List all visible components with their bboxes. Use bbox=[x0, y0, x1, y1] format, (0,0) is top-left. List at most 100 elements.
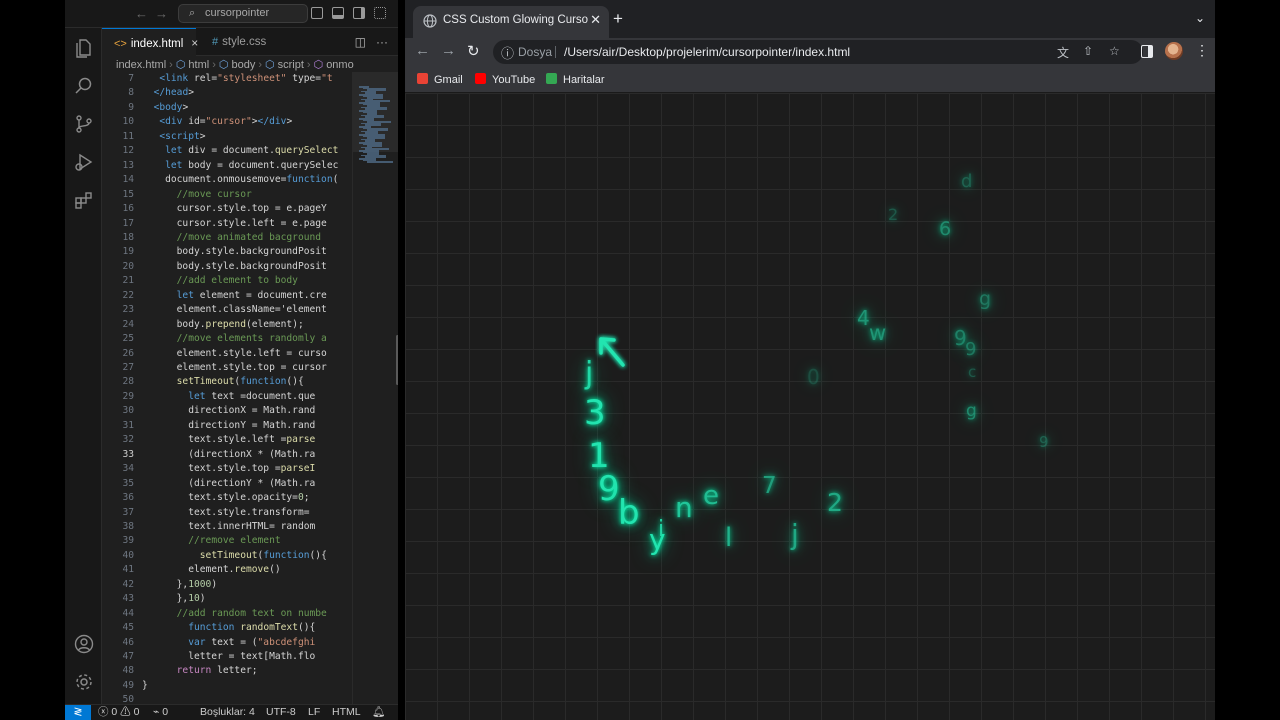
code-line[interactable]: 43 },10) bbox=[102, 592, 352, 606]
ports-indicator[interactable]: ⌁ 0 bbox=[153, 705, 168, 720]
back-button[interactable]: ← bbox=[415, 42, 430, 59]
breadcrumb-item[interactable]: html bbox=[188, 59, 209, 71]
code-line[interactable]: 17 cursor.style.left = e.page bbox=[102, 217, 352, 231]
code-line[interactable]: 49} bbox=[102, 679, 352, 693]
toggle-panel-icon[interactable] bbox=[332, 7, 344, 19]
bookmark-maps[interactable]: Haritalar bbox=[546, 73, 605, 86]
url-text[interactable]: /Users/air/Desktop/projelerim/cursorpoin… bbox=[564, 45, 850, 59]
code-line[interactable]: 36 text.style.opacity=0; bbox=[102, 491, 352, 505]
account-icon[interactable] bbox=[74, 634, 94, 654]
code-line[interactable]: 23 element.className='element bbox=[102, 303, 352, 317]
indentation-status[interactable]: Boşluklar: 4 bbox=[200, 705, 255, 720]
close-icon[interactable]: × bbox=[191, 36, 198, 50]
code-line[interactable]: 20 body.style.backgroundPosit bbox=[102, 260, 352, 274]
translate-icon[interactable]: 文 bbox=[1057, 44, 1069, 61]
more-actions-icon[interactable]: ··· bbox=[376, 35, 388, 49]
browser-tab[interactable]: CSS Custom Glowing Curso ✕ bbox=[413, 6, 609, 38]
problems-indicator[interactable]: ⓧ 0 ⚠ 0 bbox=[98, 705, 139, 720]
forward-button[interactable]: → bbox=[441, 42, 456, 59]
breadcrumb-item[interactable]: body bbox=[231, 59, 255, 71]
code-line[interactable]: 38 text.innerHTML= random bbox=[102, 520, 352, 534]
code-line[interactable]: 41 element.remove() bbox=[102, 563, 352, 577]
reload-button[interactable]: ↻ bbox=[467, 42, 480, 60]
code-line[interactable]: 40 setTimeout(function(){ bbox=[102, 549, 352, 563]
tab-index-html[interactable]: <> index.html × bbox=[102, 28, 198, 56]
back-arrow-icon[interactable]: ← bbox=[135, 6, 148, 21]
code-line[interactable]: 47 letter = text[Math.flo bbox=[102, 650, 352, 664]
code-line[interactable]: 25 //move elements randomly a bbox=[102, 332, 352, 346]
code-line[interactable]: 13 let body = document.querySelec bbox=[102, 159, 352, 173]
code-line[interactable]: 26 element.style.left = curso bbox=[102, 347, 352, 361]
code-line[interactable]: 8 </head> bbox=[102, 86, 352, 100]
editor-scrollbar[interactable] bbox=[396, 335, 398, 385]
code-line[interactable]: 11 <script> bbox=[102, 130, 352, 144]
bookmark-star-icon[interactable]: ☆ bbox=[1109, 44, 1120, 58]
settings-gear-icon[interactable] bbox=[74, 672, 94, 692]
code-line[interactable]: 15 //move cursor bbox=[102, 188, 352, 202]
toggle-sidebar-icon[interactable] bbox=[311, 7, 323, 19]
code-line[interactable]: 27 element.style.top = cursor bbox=[102, 361, 352, 375]
side-panel-icon[interactable] bbox=[1141, 45, 1153, 58]
code-line[interactable]: 31 directionY = Math.rand bbox=[102, 419, 352, 433]
bookmark-gmail[interactable]: Gmail bbox=[417, 73, 463, 86]
new-tab-button[interactable]: + bbox=[613, 9, 623, 29]
page-viewport[interactable]: d26g4w99cg90j319byine7lj2 bbox=[405, 93, 1215, 720]
code-line[interactable]: 46 var text = ("abcdefghi bbox=[102, 636, 352, 650]
tab-style-css[interactable]: # style.css bbox=[200, 28, 288, 56]
share-icon[interactable]: ⇧ bbox=[1083, 44, 1093, 58]
code-line[interactable]: 48 return letter; bbox=[102, 664, 352, 678]
explorer-icon[interactable] bbox=[74, 38, 94, 58]
code-line[interactable]: 7 <link rel="stylesheet" type="t bbox=[102, 72, 352, 86]
minimap[interactable] bbox=[352, 72, 398, 704]
search-icon[interactable] bbox=[74, 76, 94, 96]
code-line[interactable]: 19 body.style.backgroundPosit bbox=[102, 245, 352, 259]
chrome-menu-icon[interactable]: ⋮ bbox=[1195, 42, 1209, 59]
code-line[interactable]: 39 //remove element bbox=[102, 534, 352, 548]
code-line[interactable]: 24 body.prepend(element); bbox=[102, 318, 352, 332]
command-center-search[interactable]: ⌕ cursorpointer bbox=[178, 4, 308, 23]
code-line[interactable]: 30 directionX = Math.rand bbox=[102, 404, 352, 418]
site-info-icon[interactable]: ⓘ bbox=[501, 43, 514, 62]
profile-avatar[interactable] bbox=[1165, 42, 1183, 60]
code-line[interactable]: 9 <body> bbox=[102, 101, 352, 115]
breadcrumb-item[interactable]: index.html bbox=[116, 59, 166, 71]
eol-status[interactable]: LF bbox=[308, 705, 320, 720]
code-line[interactable]: 18 //move animated bacground bbox=[102, 231, 352, 245]
toggle-secondary-sidebar-icon[interactable] bbox=[353, 7, 365, 19]
split-editor-icon[interactable]: ◫ bbox=[355, 35, 366, 49]
code-line[interactable]: 22 let element = document.cre bbox=[102, 289, 352, 303]
run-debug-icon[interactable] bbox=[74, 152, 94, 172]
close-tab-icon[interactable]: ✕ bbox=[590, 12, 601, 28]
code-line[interactable]: 33 (directionX * (Math.ra bbox=[102, 448, 352, 462]
forward-arrow-icon[interactable]: → bbox=[155, 6, 168, 21]
code-line[interactable]: 21 //add element to body bbox=[102, 274, 352, 288]
code-line[interactable]: 42 },1000) bbox=[102, 578, 352, 592]
source-control-icon[interactable] bbox=[74, 114, 94, 134]
code-line[interactable]: 34 text.style.top =parseI bbox=[102, 462, 352, 476]
code-editor[interactable]: 7 <link rel="stylesheet" type="t 8 </head… bbox=[102, 72, 352, 704]
code-line[interactable]: 12 let div = document.querySelect bbox=[102, 144, 352, 158]
code-line[interactable]: 29 let text =document.que bbox=[102, 390, 352, 404]
encoding-status[interactable]: UTF-8 bbox=[266, 705, 296, 720]
code-line[interactable]: 28 setTimeout(function(){ bbox=[102, 375, 352, 389]
code-line[interactable]: 14 document.onmousemove=function( bbox=[102, 173, 352, 187]
remote-indicator-icon[interactable]: ≷ bbox=[65, 705, 91, 720]
breadcrumb-item[interactable]: onmo bbox=[326, 59, 354, 71]
code-line[interactable]: 10 <div id="cursor"></div> bbox=[102, 115, 352, 129]
breadcrumb-item[interactable]: script bbox=[278, 59, 304, 71]
code-line[interactable]: 32 text.style.left =parse bbox=[102, 433, 352, 447]
tab-search-chevron-icon[interactable]: ⌄ bbox=[1195, 11, 1205, 25]
code-line[interactable]: 44 //add random text on numbe bbox=[102, 607, 352, 621]
address-bar[interactable]: ⓘ Dosya /Users/air/Desktop/projelerim/cu… bbox=[493, 40, 1143, 64]
notifications-bell-icon[interactable]: 🔔︎ bbox=[372, 705, 385, 720]
language-mode-status[interactable]: HTML bbox=[332, 705, 361, 720]
customize-layout-icon[interactable] bbox=[374, 7, 386, 19]
code-line[interactable]: 35 (directionY * (Math.ra bbox=[102, 477, 352, 491]
code-text: element.style.top = cursor bbox=[142, 362, 327, 373]
code-line[interactable]: 37 text.style.transform= bbox=[102, 506, 352, 520]
code-line[interactable]: 16 cursor.style.top = e.pageY bbox=[102, 202, 352, 216]
bookmark-youtube[interactable]: YouTube bbox=[475, 73, 535, 86]
code-line[interactable]: 50 bbox=[102, 693, 352, 704]
extensions-icon[interactable] bbox=[74, 190, 94, 210]
code-line[interactable]: 45 function randomText(){ bbox=[102, 621, 352, 635]
